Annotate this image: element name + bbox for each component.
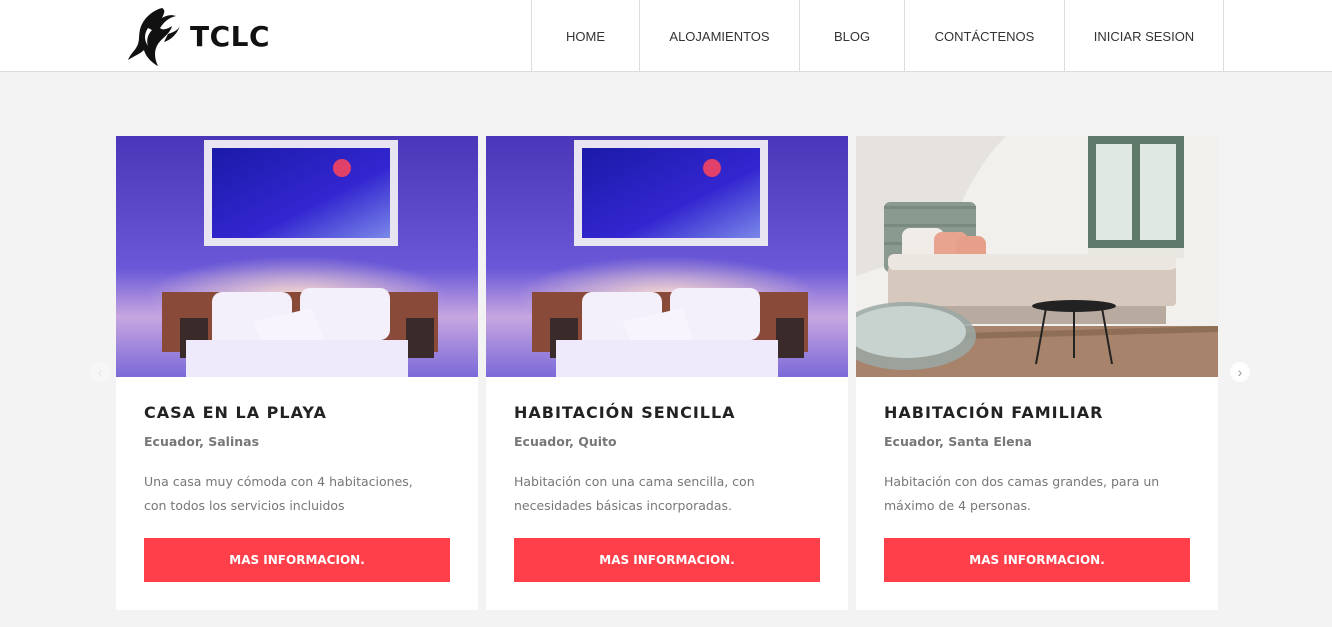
chevron-left-icon[interactable]: ‹	[90, 362, 110, 382]
listing-description: Habitación con dos camas grandes, para u…	[884, 474, 1160, 513]
chevron-right-icon[interactable]: ›	[1230, 362, 1250, 382]
nav-home[interactable]: HOME	[531, 0, 639, 72]
brand-name: TCLC	[190, 19, 271, 53]
nav-contactenos[interactable]: CONTÁCTENOS	[904, 0, 1064, 72]
site-header: TCLC HOME ALOJAMIENTOS BLOG CONTÁCTENOS …	[0, 0, 1332, 72]
nav-iniciar-sesion[interactable]: INICIAR SESION	[1064, 0, 1224, 72]
stylized-flame-leaf-icon	[128, 8, 180, 66]
purple-lit-bedroom-photo	[116, 136, 478, 377]
listing-location: Ecuador, Salinas	[144, 434, 260, 449]
listing-title: HABITACIÓN FAMILIAR	[884, 403, 1104, 422]
purple-lit-bedroom-photo	[486, 136, 848, 377]
nav-blog[interactable]: BLOG	[799, 0, 904, 72]
listing-location: Ecuador, Quito	[514, 434, 617, 449]
bright-bedroom-window-photo	[856, 136, 1218, 377]
listing-description: Habitación con una cama sencilla, con ne…	[514, 474, 755, 513]
listing-card: CASA EN LA PLAYA Ecuador, Salinas Una ca…	[116, 136, 478, 610]
listing-card: HABITACIÓN SENCILLA Ecuador, Quito Habit…	[486, 136, 848, 610]
main-nav: HOME ALOJAMIENTOS BLOG CONTÁCTENOS INICI…	[531, 0, 1224, 72]
more-info-button[interactable]: MAS INFORMACION.	[144, 538, 450, 582]
listing-carousel: CASA EN LA PLAYA Ecuador, Salinas Una ca…	[116, 136, 1218, 610]
listing-title: CASA EN LA PLAYA	[144, 403, 327, 422]
listing-card: HABITACIÓN FAMILIAR Ecuador, Santa Elena…	[856, 136, 1218, 610]
listing-location: Ecuador, Santa Elena	[884, 434, 1032, 449]
listing-title: HABITACIÓN SENCILLA	[514, 403, 736, 422]
listing-description: Una casa muy cómoda con 4 habitaciones, …	[144, 474, 413, 513]
more-info-button[interactable]: MAS INFORMACION.	[514, 538, 820, 582]
brand-logo[interactable]: TCLC	[124, 0, 270, 72]
nav-alojamientos[interactable]: ALOJAMIENTOS	[639, 0, 799, 72]
more-info-button[interactable]: MAS INFORMACION.	[884, 538, 1190, 582]
